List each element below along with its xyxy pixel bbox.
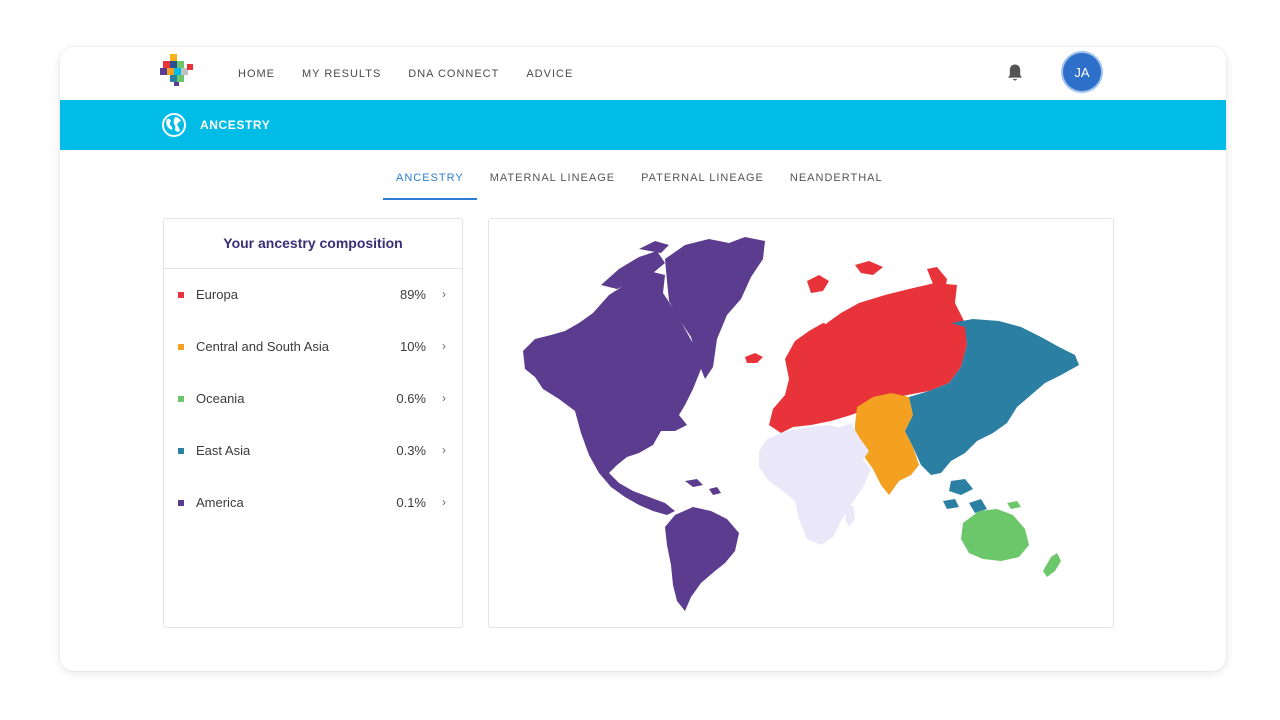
tab-paternal-lineage[interactable]: PATERNAL LINEAGE (628, 160, 777, 198)
region-name: Europa (196, 287, 238, 302)
region-percent: 0.3% (396, 443, 426, 458)
nav-dna-connect[interactable]: DNA CONNECT (408, 68, 499, 80)
map-region-pacific-islands[interactable] (1007, 501, 1021, 509)
region-percent: 10% (399, 339, 426, 354)
app-window: HOME MY RESULTS DNA CONNECT ADVICE JA AN… (60, 47, 1226, 671)
region-swatch (178, 396, 184, 402)
region-name: East Asia (196, 443, 251, 458)
chevron-right-icon: › (442, 339, 446, 353)
map-region-caribbean[interactable] (685, 479, 721, 495)
map-region-iceland[interactable] (745, 353, 763, 363)
map-region-new-zealand[interactable] (1043, 553, 1061, 577)
chevron-right-icon: › (442, 391, 446, 405)
map-region-australia[interactable] (961, 509, 1029, 561)
world-map-card (488, 218, 1114, 628)
region-row-europa[interactable]: Europa 89% › (164, 269, 462, 321)
region-row-central-south-asia[interactable]: Central and South Asia 10% › (164, 321, 462, 373)
region-swatch (178, 448, 184, 454)
nav-home[interactable]: HOME (238, 68, 275, 80)
region-name: America (196, 495, 244, 510)
tab-maternal-lineage[interactable]: MATERNAL LINEAGE (477, 160, 628, 198)
globe-icon (162, 113, 186, 137)
chevron-right-icon: › (442, 443, 446, 457)
region-name: Oceania (196, 391, 245, 406)
map-region-svalbard[interactable] (807, 261, 883, 293)
composition-title: Your ancestry composition (164, 219, 462, 269)
region-percent: 0.6% (396, 391, 426, 406)
map-region-south-america[interactable] (665, 507, 739, 611)
region-name: Central and South Asia (196, 339, 329, 354)
ancestry-composition-card: Your ancestry composition Europa 89% › C… (163, 218, 463, 628)
avatar[interactable]: JA (1063, 53, 1101, 91)
tab-ancestry[interactable]: ANCESTRY (383, 160, 477, 200)
section-title: ANCESTRY (200, 118, 271, 132)
region-swatch (178, 344, 184, 350)
chevron-right-icon: › (442, 287, 446, 301)
nav-my-results[interactable]: MY RESULTS (302, 68, 381, 80)
region-percent: 0.1% (396, 495, 426, 510)
ancestry-tabs: ANCESTRY MATERNAL LINEAGE PATERNAL LINEA… (383, 160, 896, 200)
pixel-cross-logo-icon[interactable] (160, 54, 194, 86)
chevron-right-icon: › (442, 495, 446, 509)
region-swatch (178, 500, 184, 506)
map-region-southeast-asia[interactable] (943, 479, 987, 513)
main-nav-links: HOME MY RESULTS DNA CONNECT ADVICE (238, 47, 600, 100)
region-swatch (178, 292, 184, 298)
region-percent: 89% (399, 287, 426, 302)
top-navigation: HOME MY RESULTS DNA CONNECT ADVICE JA (60, 47, 1226, 100)
section-header-bar: ANCESTRY (60, 100, 1226, 150)
region-row-america[interactable]: America 0.1% › (164, 477, 462, 529)
region-row-east-asia[interactable]: East Asia 0.3% › (164, 425, 462, 477)
nav-advice[interactable]: ADVICE (526, 68, 573, 80)
region-row-oceania[interactable]: Oceania 0.6% › (164, 373, 462, 425)
bell-icon[interactable] (1006, 63, 1024, 83)
tab-neanderthal[interactable]: NEANDERTHAL (777, 160, 896, 198)
ancestry-world-map (523, 237, 1079, 611)
